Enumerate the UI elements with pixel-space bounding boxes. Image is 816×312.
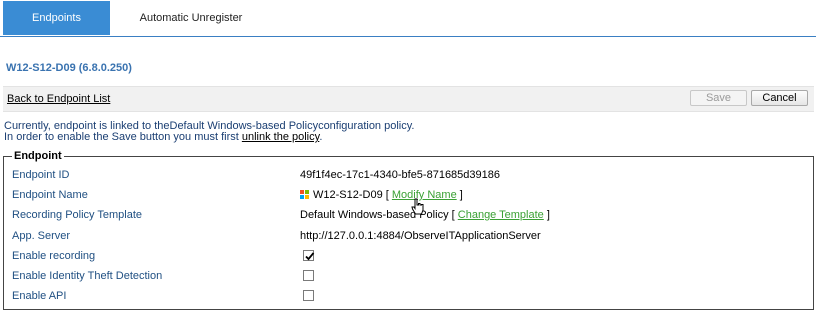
recording-policy-label: Recording Policy Template: [12, 209, 143, 221]
endpoint-id-label: Endpoint ID: [12, 169, 70, 181]
unlink-policy-link[interactable]: unlink the policy: [242, 131, 319, 143]
page-title: W12-S12-D09 (6.8.0.250): [6, 62, 132, 74]
recording-policy-text: Default Windows-based Policy: [300, 209, 449, 221]
policy-info-prefix: In order to enable the Save button you m…: [4, 131, 242, 143]
endpoint-legend: Endpoint: [14, 150, 62, 162]
modify-name-link[interactable]: Modify Name: [392, 189, 457, 201]
tab-endpoints[interactable]: Endpoints: [3, 1, 110, 35]
bracket-close: ]: [459, 189, 463, 201]
save-button[interactable]: Save: [690, 90, 747, 106]
enable-recording-label: Enable recording: [12, 250, 96, 262]
app-server-label: App. Server: [12, 230, 71, 242]
toolbar: Back to Endpoint List Save Cancel: [3, 86, 814, 112]
cancel-button[interactable]: Cancel: [751, 90, 808, 106]
checkmark-icon: [305, 252, 315, 261]
change-template-link[interactable]: Change Template: [458, 209, 544, 221]
bracket-open: [: [385, 189, 389, 201]
policy-info-suffix: .: [319, 131, 323, 143]
enable-recording-checkbox[interactable]: [303, 250, 315, 261]
enable-api-checkbox[interactable]: [303, 290, 314, 301]
endpoint-name-text: W12-S12-D09: [313, 189, 383, 201]
bracket-close: ]: [546, 209, 550, 221]
tab-automatic-unregister[interactable]: Automatic Unregister: [111, 1, 271, 35]
enable-identity-theft-checkbox[interactable]: [303, 270, 314, 281]
recording-policy-value: Default Windows-based Policy [ Change Te…: [300, 209, 550, 221]
bracket-open: [: [451, 209, 455, 221]
tab-bar: Endpoints Automatic Unregister: [0, 0, 816, 37]
policy-info-line2: In order to enable the Save button you m…: [4, 132, 414, 143]
back-to-endpoint-list-link[interactable]: Back to Endpoint List: [7, 93, 110, 105]
enable-identity-theft-label: Enable Identity Theft Detection: [12, 270, 163, 282]
endpoint-name-label: Endpoint Name: [12, 189, 88, 201]
policy-info: Currently, endpoint is linked to theDefa…: [4, 121, 414, 143]
endpoint-name-value: W12-S12-D09 [ Modify Name ]: [300, 189, 463, 201]
app-server-value: http://127.0.0.1:4884/ObserveITApplicati…: [300, 230, 541, 242]
windows-logo-icon: [300, 190, 309, 199]
enable-api-label: Enable API: [12, 290, 67, 302]
endpoint-id-value: 49f1f4ec-17c1-4340-bfe5-871685d39186: [300, 169, 500, 181]
